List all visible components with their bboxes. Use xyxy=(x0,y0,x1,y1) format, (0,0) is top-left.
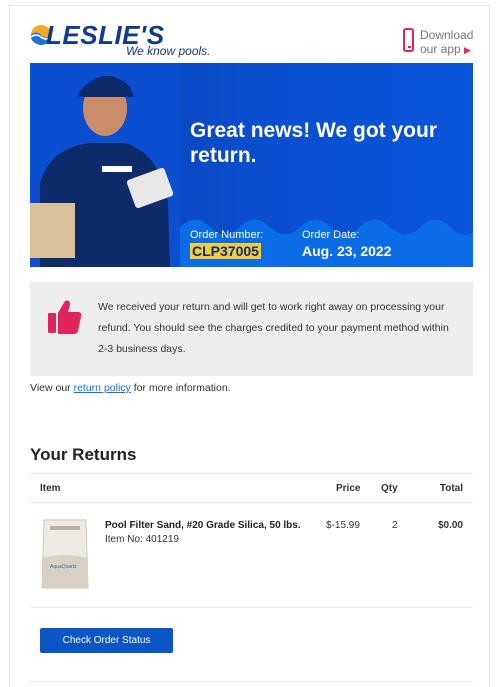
policy-line: View our return policy for more informat… xyxy=(30,382,231,394)
leslies-logo[interactable]: LESLIE'S We know pools. xyxy=(30,20,230,62)
order-number: CLP37005 xyxy=(190,243,261,259)
check-order-status-button[interactable]: Check Order Status xyxy=(40,628,173,653)
hero-title: Great news! We got your return. xyxy=(190,119,437,167)
returns-heading: Your Returns xyxy=(30,445,137,464)
item-price: $-15.99 xyxy=(326,520,360,531)
col-qty: Qty xyxy=(381,483,398,494)
order-date: Aug. 23, 2022 xyxy=(302,243,392,259)
order-number-label: Order Number: xyxy=(190,229,264,241)
product-name[interactable]: Pool Filter Sand, #20 Grade Silica, 50 l… xyxy=(105,520,305,531)
notice-text: We received your return and will get to … xyxy=(98,301,449,355)
col-total: Total xyxy=(439,483,463,494)
item-qty: 2 xyxy=(392,520,398,531)
footer-divider xyxy=(30,681,473,682)
product-sku: Item No: 401219 xyxy=(105,534,179,545)
thumbs-up-icon xyxy=(48,300,82,334)
phone-icon xyxy=(403,28,414,52)
returns-table-header: Item Price Qty Total xyxy=(30,473,473,503)
hero-banner: Great news! We got your return. Order Nu… xyxy=(30,63,473,267)
col-price: Price xyxy=(336,483,361,494)
item-total: $0.00 xyxy=(437,520,463,531)
email-header: LESLIE'S We know pools. Download our app… xyxy=(30,20,473,62)
order-date-label: Order Date: xyxy=(302,229,360,241)
col-item: Item xyxy=(40,483,61,494)
download-app-link[interactable]: Download our app ▶ xyxy=(401,28,473,58)
delivery-person-illustration xyxy=(30,63,180,267)
svg-text:AquaQuartz: AquaQuartz xyxy=(50,564,77,570)
return-policy-link[interactable]: return policy xyxy=(74,382,131,394)
tagline: We know pools. xyxy=(126,44,211,58)
return-notice: We received your return and will get to … xyxy=(30,282,473,376)
policy-suffix: for more information. xyxy=(130,382,231,394)
table-row: AquaQuartz Pool Filter Sand, #20 Grade S… xyxy=(30,502,473,608)
download-label: Download xyxy=(420,28,474,42)
product-image[interactable]: AquaQuartz xyxy=(40,518,90,590)
policy-prefix: View our xyxy=(30,382,74,394)
caret-right-icon: ▶ xyxy=(464,45,471,55)
our-app-label: our app xyxy=(420,42,461,56)
